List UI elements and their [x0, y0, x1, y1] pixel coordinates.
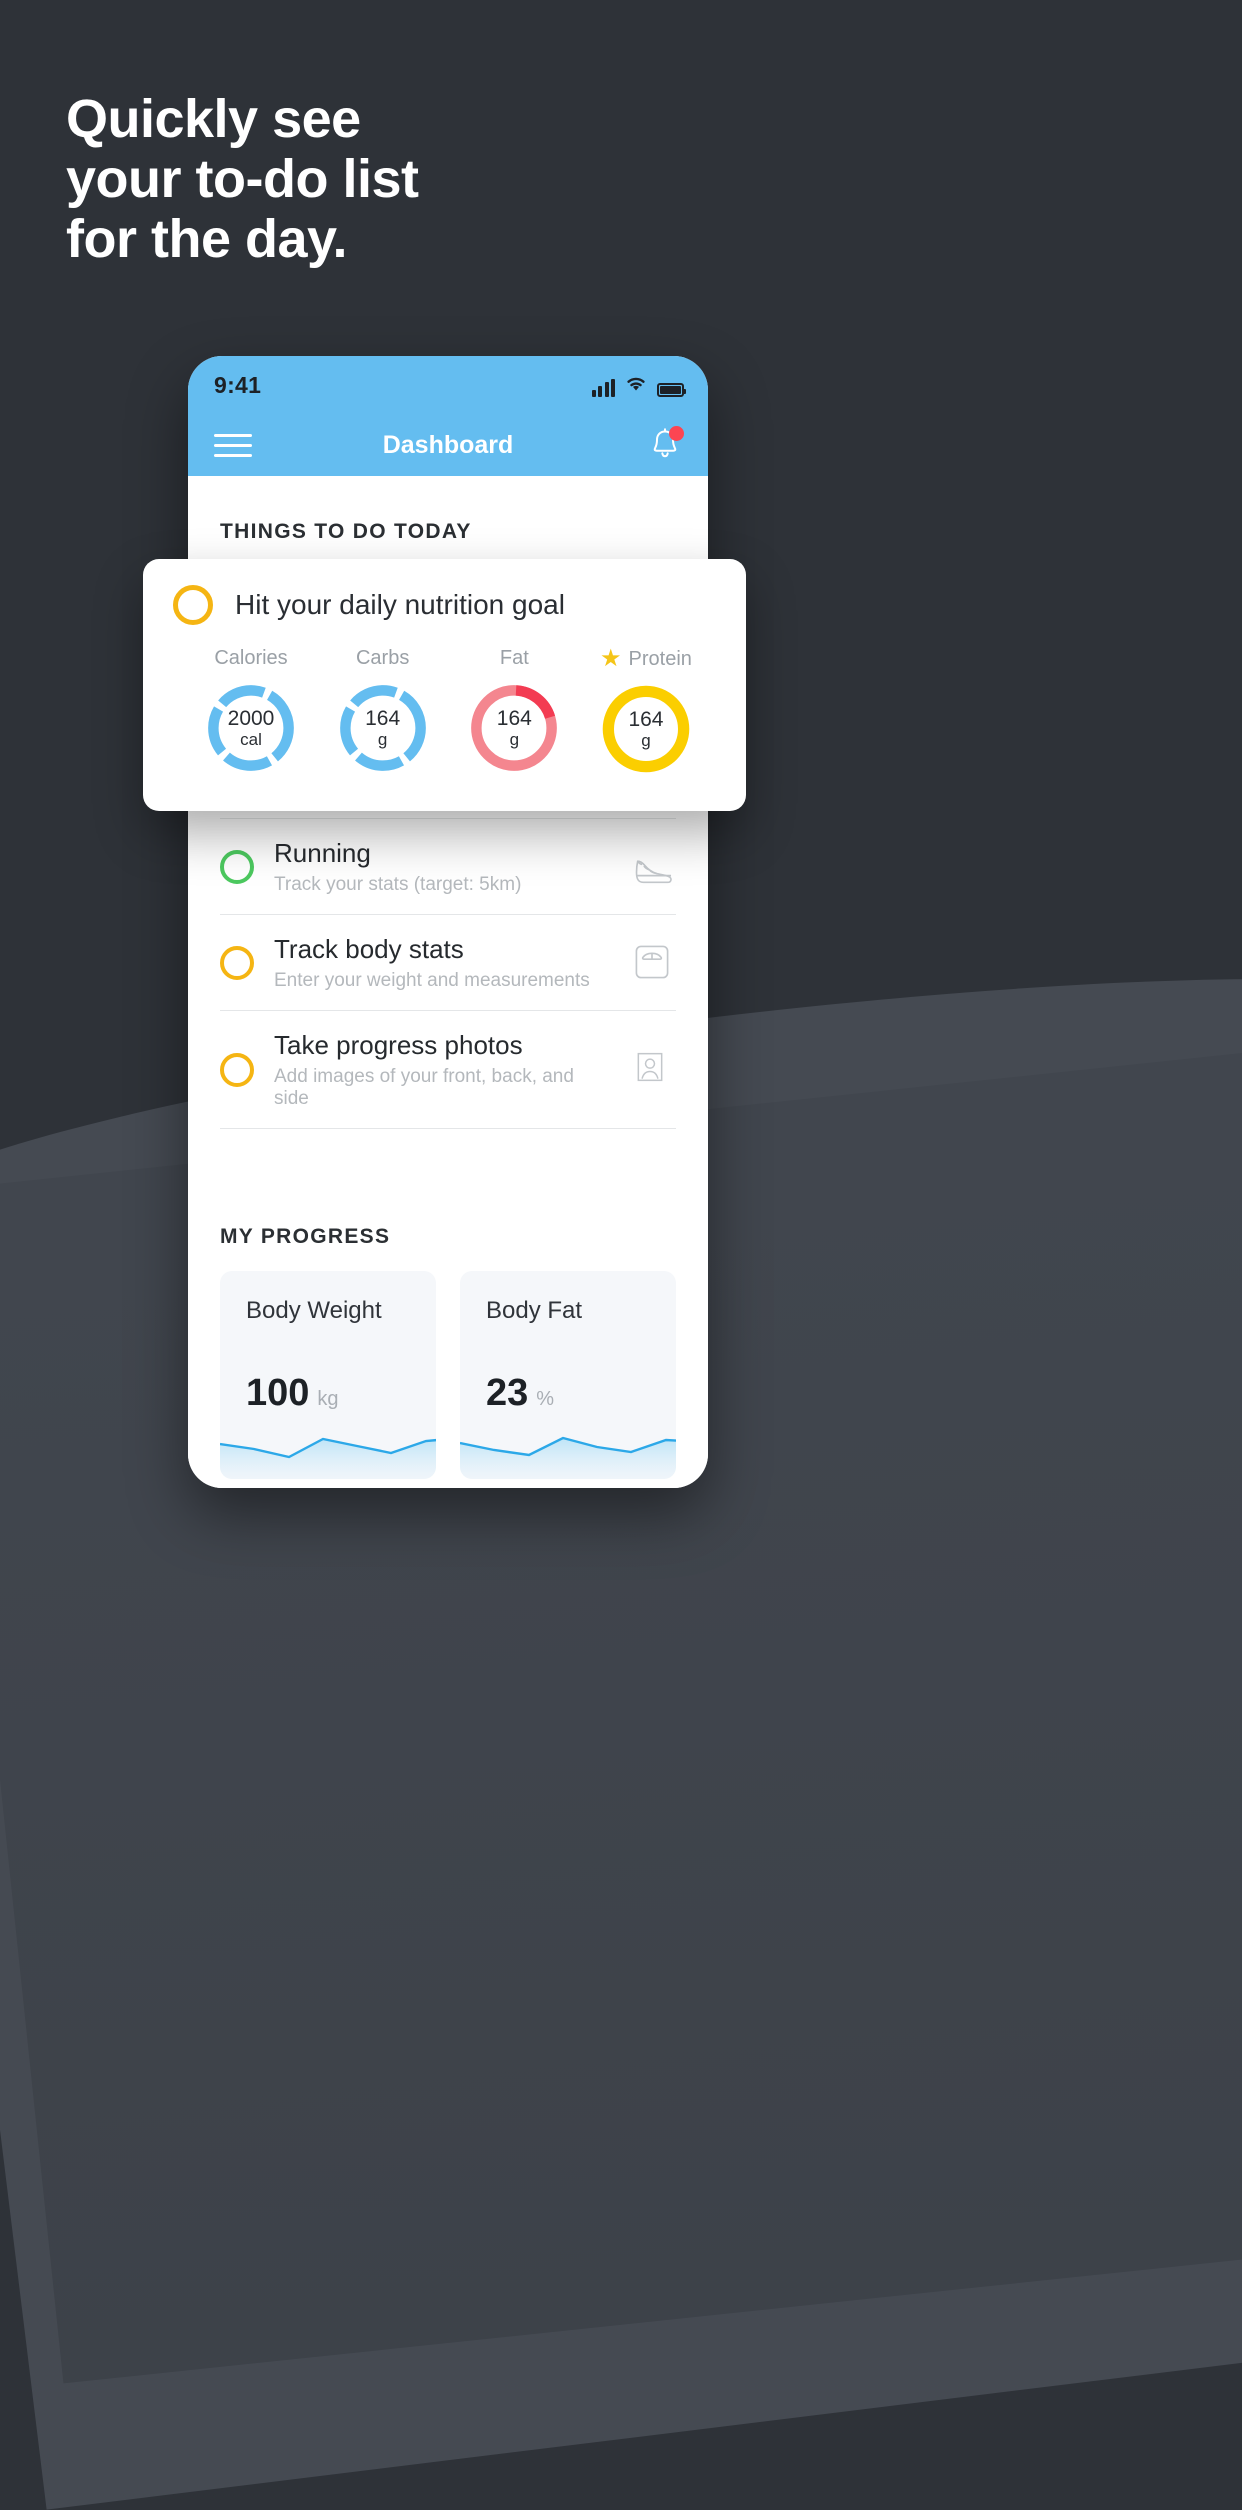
macro-label: ★ Protein — [600, 647, 692, 671]
checkbox-ring-body-stats[interactable] — [220, 946, 254, 981]
progress-value-number: 23 — [486, 1371, 529, 1414]
progress-card-label: Body Fat — [486, 1296, 583, 1324]
table-row[interactable]: Take progress photos Add images of your … — [220, 1009, 676, 1128]
progress-card-body-fat[interactable]: Body Fat 23 % — [460, 1270, 676, 1479]
app-header: Dashboard — [188, 414, 708, 476]
macro-label-text: Calories — [214, 647, 288, 669]
macro-label: Fat — [500, 647, 529, 670]
macro-protein[interactable]: ★ Protein 164 g — [586, 647, 706, 775]
progress-value-unit: kg — [317, 1387, 339, 1410]
macro-value: 164 g — [337, 682, 429, 774]
checkbox-ring-nutrition[interactable] — [173, 585, 213, 625]
macro-label-text: Carbs — [355, 647, 410, 669]
task-text: Take progress photos Add images of your … — [274, 1029, 610, 1110]
macro-ring-calories: 2000 cal — [205, 682, 297, 774]
status-bar-clock: 9:41 — [214, 371, 262, 398]
running-shoe-icon — [630, 844, 676, 890]
macro-calories[interactable]: Calories 2000 cal — [191, 647, 311, 775]
hamburger-menu-icon[interactable] — [214, 433, 252, 457]
macro-unit: g — [641, 731, 651, 751]
macro-value: 164 g — [468, 682, 560, 774]
macro-unit: g — [509, 730, 520, 750]
macro-label-text: Fat — [499, 647, 529, 669]
page-title: Dashboard — [382, 430, 514, 459]
weight-scale-icon — [630, 940, 676, 986]
macro-number: 164 — [496, 706, 532, 730]
progress-card-value: 23 % — [486, 1372, 554, 1415]
progress-value-number: 100 — [246, 1371, 310, 1414]
sparkline-chart-body-weight — [220, 1437, 436, 1479]
macro-carbs[interactable]: Carbs 164 g — [323, 647, 443, 775]
nutrition-card-header: Hit your daily nutrition goal — [173, 585, 716, 625]
sparkline-chart-body-fat — [460, 1436, 676, 1479]
notification-badge — [669, 426, 684, 441]
macro-fat[interactable]: Fat 164 g — [454, 647, 574, 775]
bell-icon[interactable] — [648, 426, 684, 463]
progress-card-value: 100 kg — [246, 1372, 339, 1415]
person-photo-icon — [630, 1047, 676, 1093]
headline-line-1: Quickly see — [66, 89, 361, 149]
status-bar-icons — [591, 374, 686, 397]
macro-ring-carbs: 164 g — [337, 682, 429, 774]
macro-label: Carbs — [356, 647, 409, 670]
task-title: Take progress photos — [274, 1029, 523, 1060]
signal-bars-icon — [591, 378, 615, 397]
macro-number: 2000 — [227, 706, 275, 730]
macro-label-text: Protein — [628, 647, 692, 670]
progress-card-label: Body Weight — [246, 1296, 382, 1324]
nutrition-card-title: Hit your daily nutrition goal — [235, 589, 565, 620]
task-title: Track body stats — [274, 933, 464, 964]
macro-unit: g — [377, 730, 388, 750]
task-text: Track body stats Enter your weight and m… — [274, 933, 610, 992]
star-icon: ★ — [600, 645, 622, 672]
task-subtitle: Add images of your front, back, and side — [274, 1065, 574, 1109]
table-row[interactable]: Track body stats Enter your weight and m… — [220, 913, 676, 1010]
wifi-icon — [624, 374, 648, 397]
macro-number: 164 — [365, 706, 401, 730]
battery-icon — [657, 382, 686, 397]
headline-line-2: your to-do list — [66, 149, 419, 209]
table-row[interactable]: Running Track your stats (target: 5km) — [220, 818, 676, 914]
section-title-progress: MY PROGRESS — [220, 1224, 391, 1248]
task-subtitle: Enter your weight and measurements — [274, 969, 590, 991]
macro-value: 2000 cal — [205, 682, 297, 774]
nutrition-goal-card[interactable]: Hit your daily nutrition goal Calories 2… — [143, 559, 746, 811]
progress-grid: Body Weight 100 kg Body Fat 23 % — [188, 1249, 708, 1488]
task-text: Running Track your stats (target: 5km) — [274, 838, 610, 896]
macro-ring-fat: 164 g — [468, 682, 560, 774]
phone-mockup: 9:41 Dashboard THINGS TO DO TODAY Runnin… — [188, 356, 708, 1488]
task-title: Running — [274, 838, 371, 868]
headline-line-3: for the day. — [66, 209, 348, 269]
macro-value: 164 g — [600, 683, 692, 775]
marketing-headline: Quickly see your to-do list for the day. — [66, 92, 766, 272]
macro-label: Calories — [214, 647, 287, 670]
macro-ring-group: Calories 2000 cal Carbs 164 g Fat 164 g … — [173, 625, 716, 775]
section-title-todo: THINGS TO DO TODAY — [220, 520, 472, 543]
macro-unit: cal — [240, 730, 262, 750]
status-bar: 9:41 — [188, 356, 708, 414]
macro-ring-protein: 164 g — [600, 683, 692, 775]
progress-value-unit: % — [536, 1387, 555, 1410]
task-subtitle: Track your stats (target: 5km) — [274, 873, 522, 895]
progress-card-body-weight[interactable]: Body Weight 100 kg — [220, 1270, 436, 1479]
checkbox-ring-photos[interactable] — [220, 1053, 254, 1088]
checkbox-ring-running[interactable] — [220, 850, 254, 885]
macro-number: 164 — [628, 707, 664, 731]
